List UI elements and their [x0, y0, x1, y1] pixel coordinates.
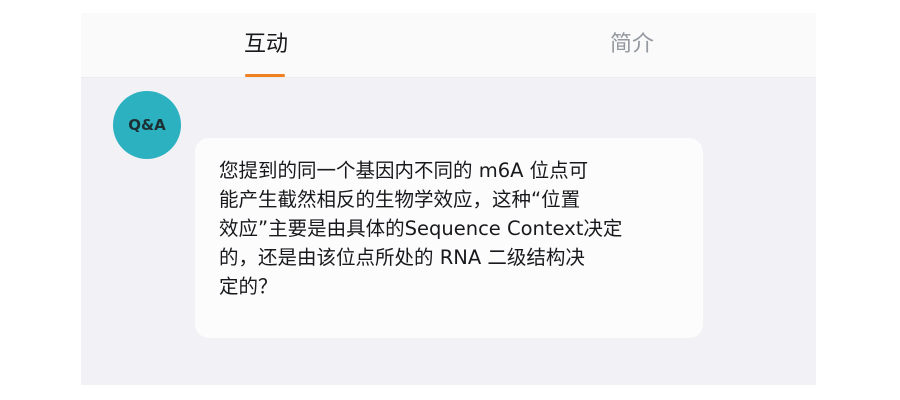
question-bubble: 您提到的同一个基因内不同的 m6A 位点可 能产生截然相反的生物学效应，这种“位… [195, 138, 703, 338]
tab-interaction[interactable]: 互动 [221, 31, 311, 71]
avatar-label: Q&A [128, 116, 166, 134]
qa-avatar: Q&A [113, 91, 181, 159]
qa-panel: 互动 简介 Q&A 您提到的同一个基因内不同的 m6A 位点可 能产生截然相反的… [81, 13, 816, 385]
active-tab-indicator [245, 74, 285, 77]
tab-intro[interactable]: 简介 [587, 31, 677, 71]
tab-bar: 互动 简介 [81, 13, 816, 78]
question-text: 您提到的同一个基因内不同的 m6A 位点可 能产生截然相反的生物学效应，这种“位… [219, 159, 623, 298]
